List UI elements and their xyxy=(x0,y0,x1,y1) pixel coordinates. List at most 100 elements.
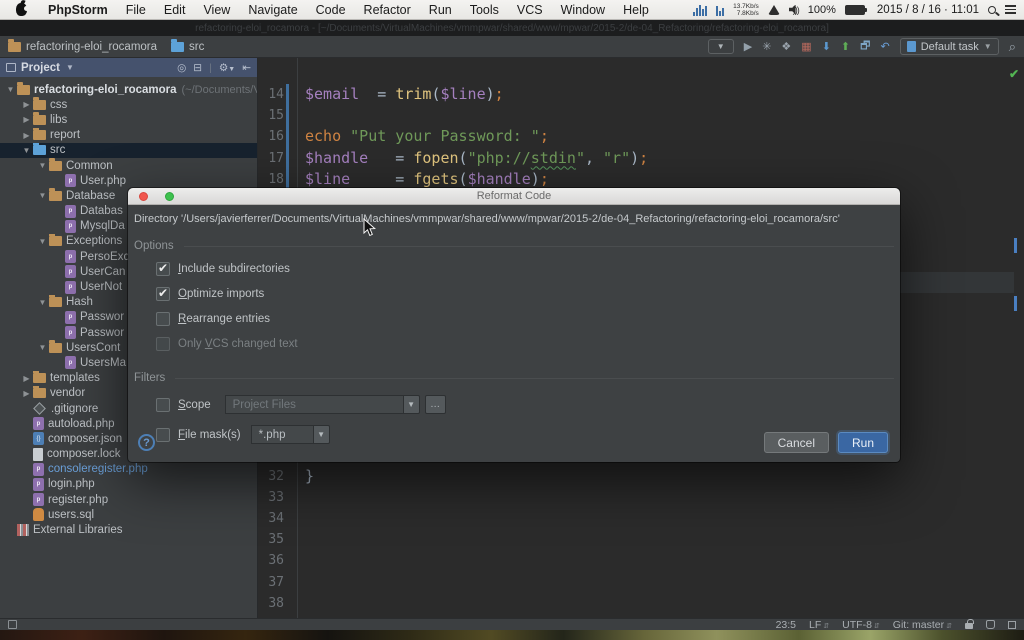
option-label[interactable]: Optimize imports xyxy=(178,288,264,300)
chevron-down-icon[interactable]: ▼ xyxy=(36,343,49,352)
menu-file[interactable]: File xyxy=(126,3,146,17)
code-line-38[interactable]: 38 xyxy=(258,593,1024,614)
tree-item-report[interactable]: ▶report xyxy=(0,128,257,143)
chevron-down-icon[interactable]: ▼ xyxy=(66,63,74,72)
background-tasks-icon[interactable] xyxy=(1008,621,1016,629)
code-line-16[interactable]: 16echo "Put your Password: "; xyxy=(258,126,1024,147)
code-line-34[interactable]: 34 xyxy=(258,508,1024,529)
profiler-icon[interactable]: ▦ xyxy=(801,40,811,53)
zoom-icon[interactable] xyxy=(165,192,174,201)
scrollbar-mark[interactable] xyxy=(1014,296,1017,311)
breadcrumb-src[interactable]: src xyxy=(171,41,204,53)
tree-item-css[interactable]: ▶css xyxy=(0,97,257,112)
chevron-down-icon[interactable]: ▼ xyxy=(36,161,49,170)
menu-help[interactable]: Help xyxy=(623,3,649,17)
code-line-17[interactable]: 17$handle = fopen("php://stdin", "r"); xyxy=(258,148,1024,169)
tree-item-common[interactable]: ▼Common xyxy=(0,158,257,173)
chevron-down-icon[interactable]: ▼ xyxy=(4,85,17,94)
help-button[interactable]: ? xyxy=(138,434,155,451)
code-line-18[interactable]: 18$line = fgets($handle); xyxy=(258,169,1024,190)
menu-phpstorm[interactable]: PhpStorm xyxy=(48,3,108,17)
debug-icon[interactable]: ✳ xyxy=(762,40,771,53)
inspection-ok-icon[interactable]: ✔ xyxy=(1009,67,1019,81)
line-ending-selector[interactable]: LF⇵ xyxy=(809,619,829,631)
tree-item-refactoring-eloi-rocamora[interactable]: ▼refactoring-eloi_rocamora(~/Documents/V… xyxy=(0,82,257,97)
code-line-14[interactable]: 14$email = trim($line); xyxy=(258,84,1024,105)
tree-item-src[interactable]: ▼src xyxy=(0,143,257,158)
menu-vcs[interactable]: VCS xyxy=(517,3,543,17)
code-line-37[interactable]: 37 xyxy=(258,572,1024,593)
spotlight-search-icon[interactable] xyxy=(988,6,996,14)
locate-file-icon[interactable]: ◎ xyxy=(177,62,186,74)
code-line-35[interactable]: 35 xyxy=(258,529,1024,550)
chevron-down-icon[interactable]: ▼ xyxy=(20,146,33,155)
chevron-right-icon[interactable]: ▶ xyxy=(20,374,33,383)
scope-combo[interactable]: Project Files ▼ xyxy=(225,395,420,414)
tree-item-external-libraries[interactable]: External Libraries xyxy=(0,522,257,537)
volume-icon[interactable]: ))) xyxy=(789,5,799,15)
code-line-36[interactable]: 36 xyxy=(258,550,1024,571)
project-panel-title[interactable]: Project xyxy=(21,62,60,74)
coverage-icon[interactable]: ❖ xyxy=(781,40,791,53)
caret-position[interactable]: 23:5 xyxy=(776,619,796,631)
tree-item-login-php[interactable]: plogin.php xyxy=(0,477,257,492)
dialog-titlebar[interactable]: Reformat Code xyxy=(128,188,900,205)
network-speed[interactable]: 13.7Kb/s 7.8Kb/s xyxy=(733,3,759,17)
tree-item-libs[interactable]: ▶libs xyxy=(0,112,257,127)
run-icon[interactable]: ▶ xyxy=(744,40,752,53)
toolwindow-toggle-icon[interactable] xyxy=(8,620,17,629)
chevron-down-icon[interactable]: ▼ xyxy=(36,298,49,307)
encoding-selector[interactable]: UTF-8⇵ xyxy=(842,619,880,631)
tree-item-user-php[interactable]: pUser.php xyxy=(0,173,257,188)
breadcrumb-project[interactable]: refactoring-eloi_rocamora xyxy=(8,41,157,53)
tree-item-register-php[interactable]: pregister.php xyxy=(0,492,257,507)
search-everywhere-icon[interactable]: ⌕ xyxy=(1009,39,1016,55)
cancel-button[interactable]: Cancel xyxy=(764,432,829,453)
menu-view[interactable]: View xyxy=(203,3,230,17)
chevron-right-icon[interactable]: ▶ xyxy=(20,115,33,124)
menu-tools[interactable]: Tools xyxy=(470,3,499,17)
code-line-15[interactable]: 15 xyxy=(258,105,1024,126)
gear-icon[interactable]: ⚙▼ xyxy=(219,62,235,74)
run-configuration-dropdown[interactable]: ▼ xyxy=(708,39,734,54)
wifi-icon[interactable] xyxy=(768,5,780,15)
menu-window[interactable]: Window xyxy=(561,3,605,17)
menubar-clock[interactable]: 2015 / 8 / 16 · 11:01 xyxy=(877,4,979,16)
apple-menu-icon[interactable] xyxy=(16,3,27,16)
code-line-33[interactable]: 33 xyxy=(258,487,1024,508)
vcs-commit-icon[interactable]: ⬆ xyxy=(841,40,850,53)
memory-monitor-icon[interactable] xyxy=(716,4,724,16)
notification-center-icon[interactable] xyxy=(1005,5,1016,14)
chevron-right-icon[interactable]: ▶ xyxy=(20,389,33,398)
run-button[interactable]: Run xyxy=(838,432,888,453)
checkbox[interactable] xyxy=(156,337,170,351)
option-label[interactable]: Rearrange entries xyxy=(178,313,270,325)
collapse-all-icon[interactable]: ⊟ xyxy=(193,62,202,74)
scope-browse-button[interactable]: … xyxy=(425,395,446,414)
hector-inspector-icon[interactable] xyxy=(986,620,995,629)
changes-icon[interactable]: 🗗 xyxy=(860,37,870,56)
task-combo[interactable]: Default task ▼ xyxy=(900,38,999,55)
menu-navigate[interactable]: Navigate xyxy=(248,3,297,17)
hide-panel-icon[interactable]: ⇤ xyxy=(242,62,251,74)
tree-item-consoleregister-php[interactable]: pconsoleregister.php xyxy=(0,462,257,477)
menu-run[interactable]: Run xyxy=(429,3,452,17)
chevron-right-icon[interactable]: ▶ xyxy=(20,100,33,109)
scrollbar-mark[interactable] xyxy=(1014,238,1017,253)
git-branch-selector[interactable]: Git: master⇵ xyxy=(893,619,952,631)
option-label[interactable]: Include subdirectories xyxy=(178,263,290,275)
chevron-down-icon[interactable]: ▼ xyxy=(36,237,49,246)
close-icon[interactable] xyxy=(139,192,148,201)
code-line-32[interactable]: 32} xyxy=(258,466,1024,487)
cpu-monitor-icon[interactable] xyxy=(693,4,707,16)
tree-item-users-sql[interactable]: users.sql xyxy=(0,507,257,522)
checkbox[interactable] xyxy=(156,312,170,326)
menu-refactor[interactable]: Refactor xyxy=(364,3,411,17)
undo-icon[interactable]: ↶ xyxy=(880,40,889,53)
battery-icon[interactable] xyxy=(845,5,865,15)
menu-code[interactable]: Code xyxy=(316,3,346,17)
vcs-update-icon[interactable]: ⬇ xyxy=(822,40,831,53)
chevron-right-icon[interactable]: ▶ xyxy=(20,131,33,140)
scope-checkbox[interactable] xyxy=(156,398,170,412)
chevron-down-icon[interactable]: ▼ xyxy=(36,191,49,200)
